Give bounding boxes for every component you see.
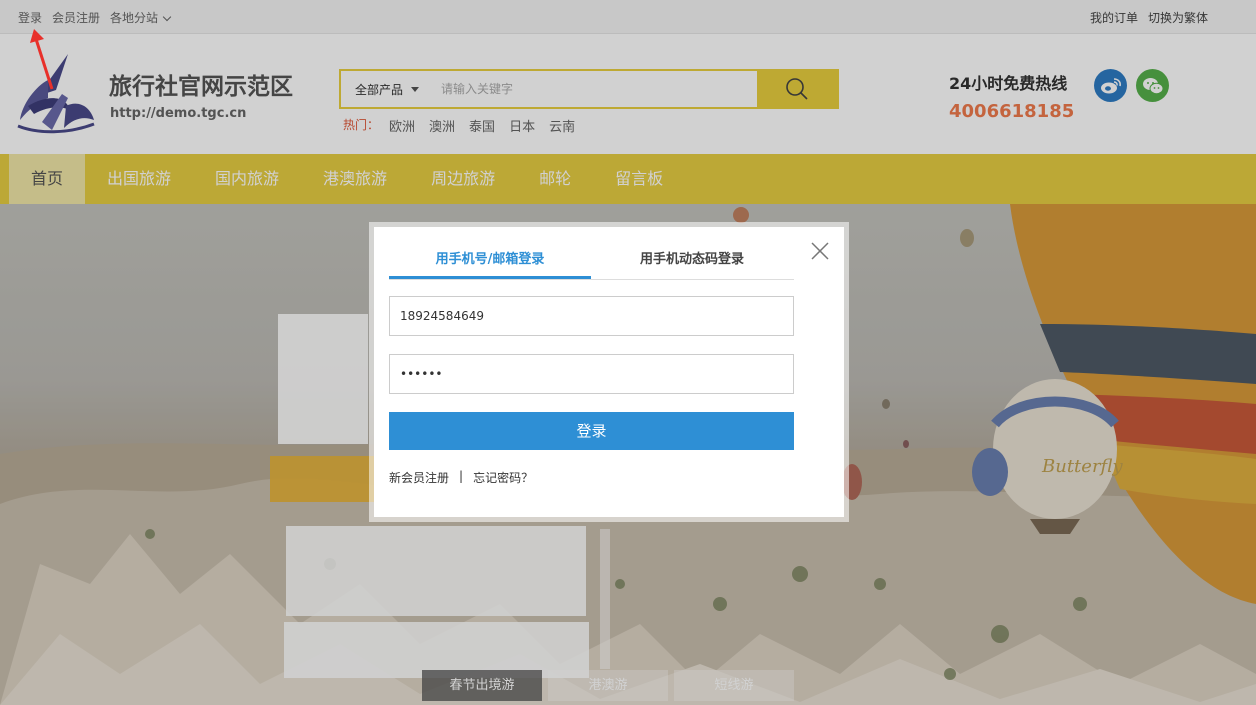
tab-sms-login[interactable]: 用手机动态码登录 — [591, 244, 793, 279]
phone-email-value: 18924584649 — [400, 309, 484, 323]
tab-account-login[interactable]: 用手机号/邮箱登录 — [389, 244, 591, 279]
password-value: •••••• — [400, 367, 443, 381]
login-tabs: 用手机号/邮箱登录 用手机动态码登录 — [389, 244, 794, 280]
phone-email-field[interactable]: 18924584649 — [389, 296, 794, 336]
login-button[interactable]: 登录 — [389, 412, 794, 450]
links-separator: | — [459, 469, 464, 483]
login-modal: 用手机号/邮箱登录 用手机动态码登录 18924584649 •••••• 登录… — [374, 227, 844, 517]
close-icon[interactable] — [810, 241, 830, 261]
forgot-password-link[interactable]: 忘记密码？ — [473, 469, 533, 486]
new-member-register-link[interactable]: 新会员注册 — [389, 469, 449, 486]
login-links: 新会员注册 | 忘记密码？ — [389, 469, 533, 486]
password-field[interactable]: •••••• — [389, 354, 794, 394]
arrow-annotation-icon — [30, 29, 54, 90]
